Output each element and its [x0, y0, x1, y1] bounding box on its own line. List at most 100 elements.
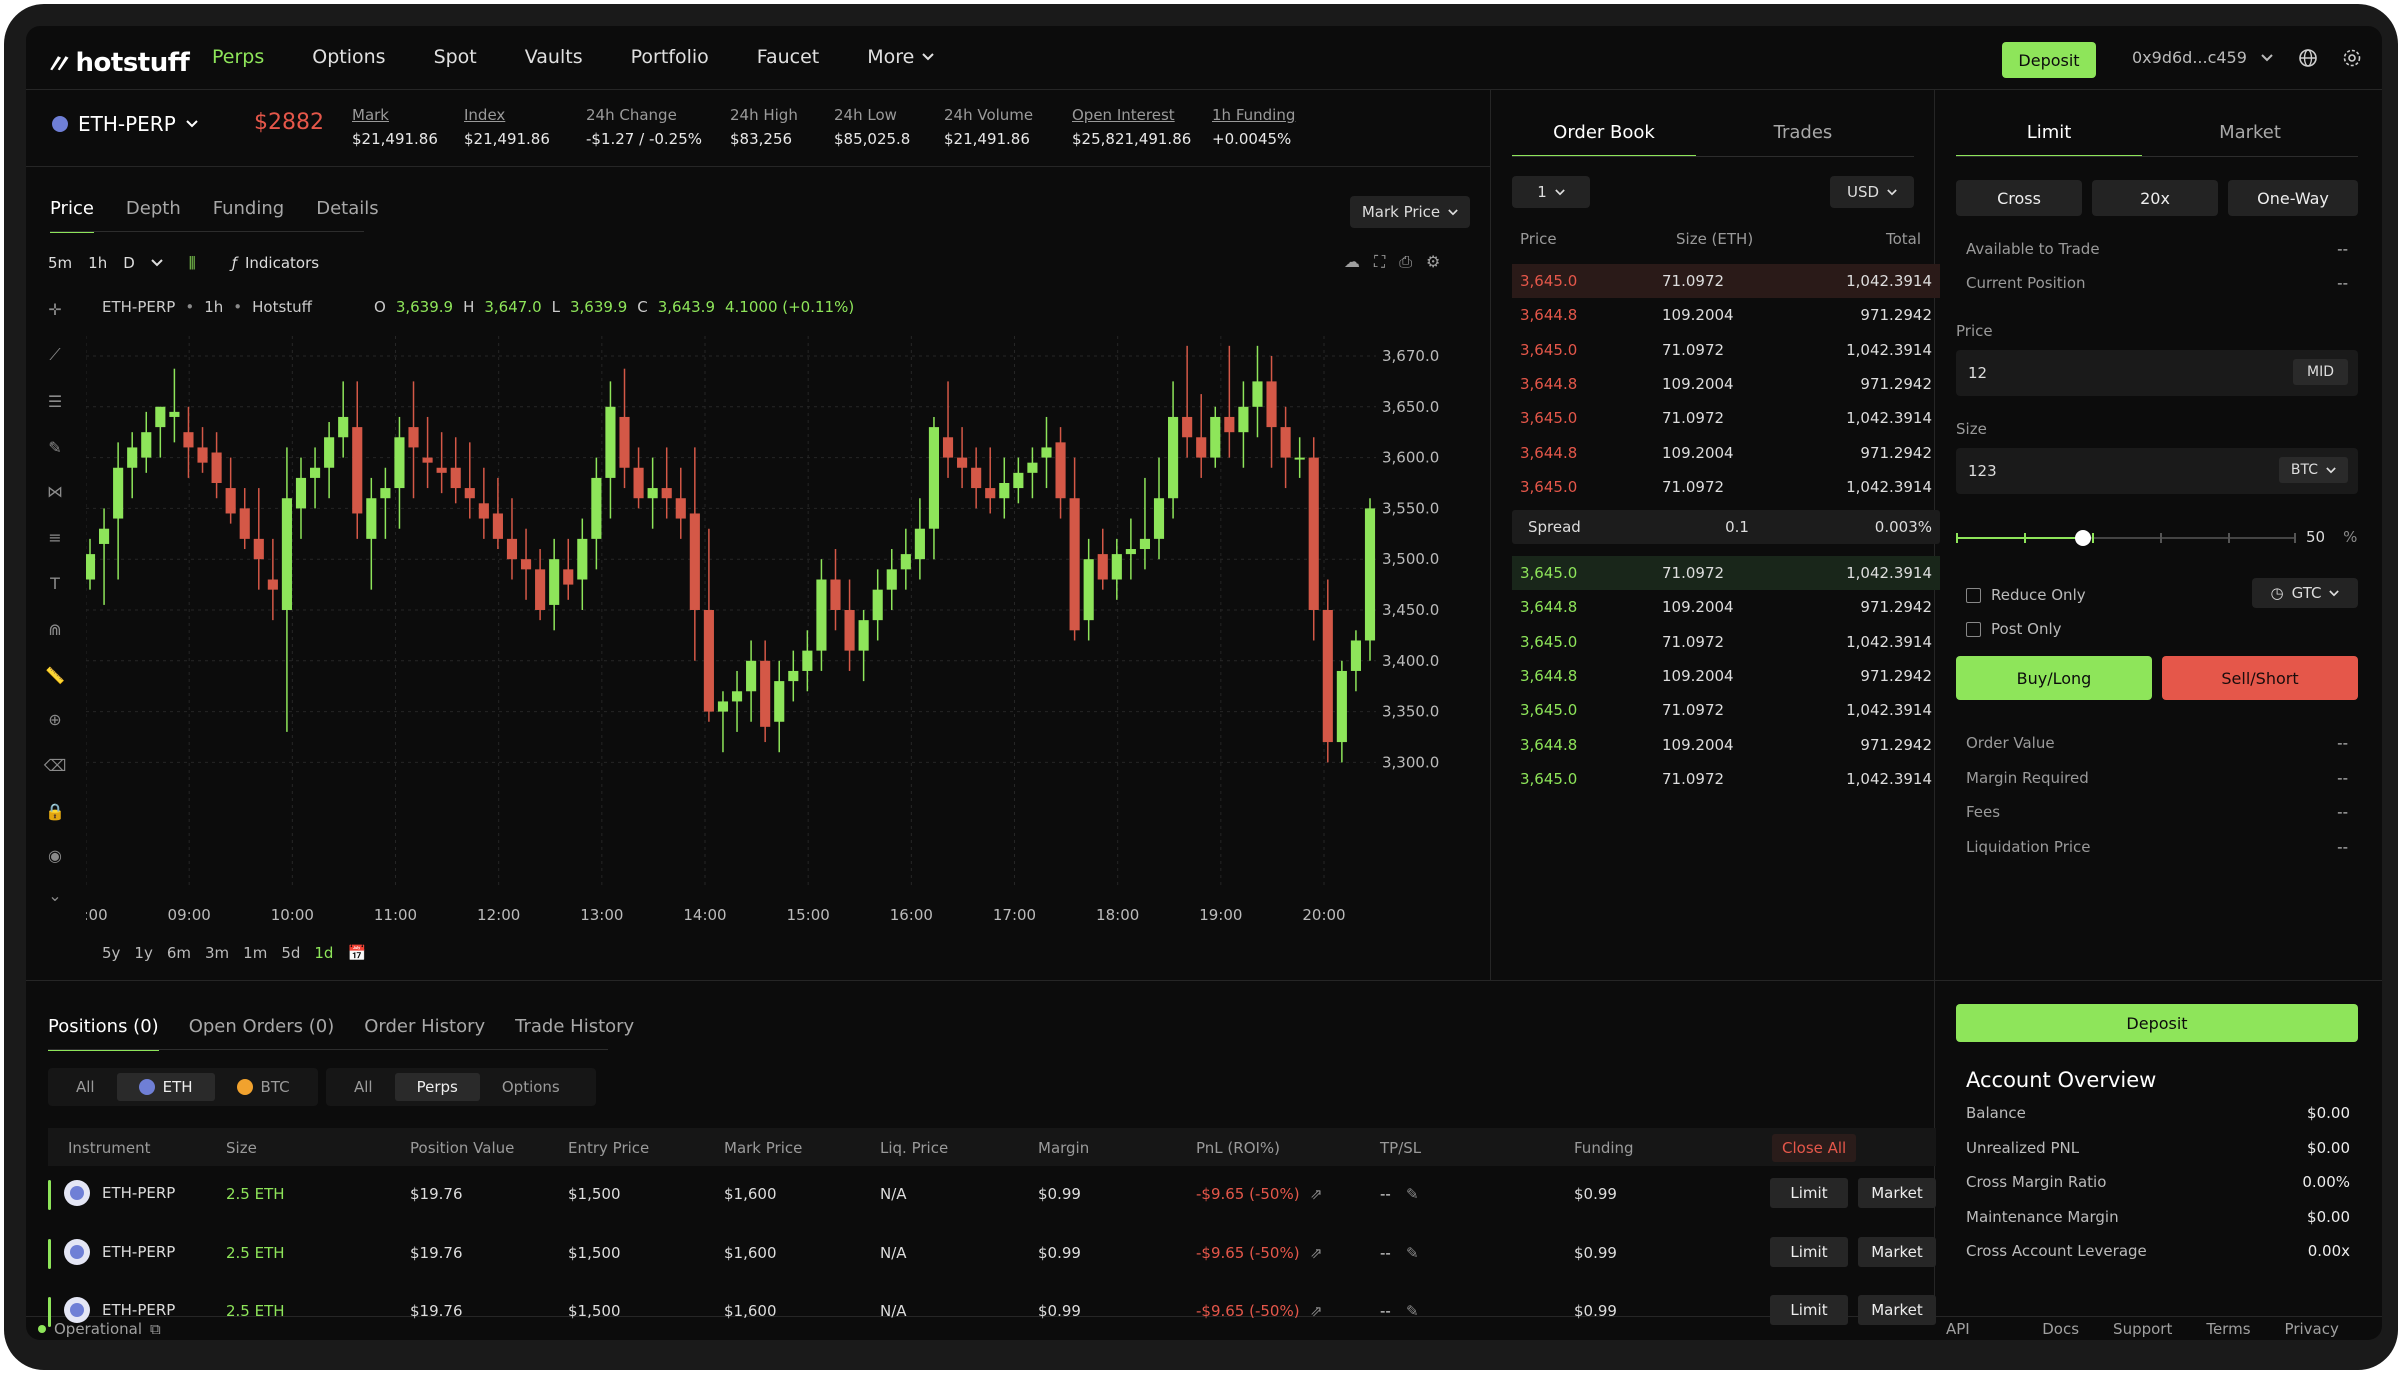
candle-type-icon[interactable]: ⫼ [189, 254, 196, 272]
zoom-icon[interactable]: ⊕ [42, 706, 68, 732]
ask-row[interactable]: 3,644.8 109.2004 971.2942 [1512, 298, 1940, 332]
price-input[interactable]: 12 MID [1956, 350, 2358, 396]
nav-vaults[interactable]: Vaults [525, 46, 583, 68]
range-3m[interactable]: 3m [205, 944, 229, 962]
ask-row[interactable]: 3,644.8 109.2004 971.2942 [1512, 436, 1940, 470]
currency-dropdown[interactable]: USD [1830, 176, 1914, 208]
size-input[interactable]: 123 BTC [1956, 448, 2358, 494]
chevron-down-icon[interactable]: ⌄ [42, 882, 68, 908]
share-icon[interactable]: ⇗ [1310, 1185, 1323, 1203]
calendar-icon[interactable]: 📅 [347, 944, 366, 962]
close-market-button[interactable]: Market [1858, 1236, 1936, 1267]
tab-trades[interactable]: Trades [1696, 122, 1910, 157]
ask-row[interactable]: 3,644.8 109.2004 971.2942 [1512, 367, 1940, 401]
edit-icon[interactable]: ✎ [1406, 1244, 1419, 1262]
nav-more[interactable]: More [867, 46, 935, 68]
tab-limit[interactable]: Limit [1956, 122, 2142, 157]
deposit-button[interactable]: Deposit [2002, 42, 2096, 78]
account-deposit-button[interactable]: Deposit [1956, 1004, 2358, 1042]
tab-positions[interactable]: Positions (0) [48, 1016, 159, 1051]
filter-all-assets[interactable]: All [54, 1073, 117, 1101]
settings-icon[interactable]: ⚙ [1426, 252, 1440, 272]
tab-depth[interactable]: Depth [126, 198, 181, 233]
filter-all-types[interactable]: All [332, 1073, 395, 1101]
bid-row[interactable]: 3,644.8 109.2004 971.2942 [1512, 590, 1940, 624]
ruler-icon[interactable]: 📏 [42, 662, 68, 688]
size-unit-dropdown[interactable]: BTC [2278, 457, 2348, 483]
filter-eth[interactable]: ETH [116, 1073, 215, 1101]
interval-1h[interactable]: 1h [88, 254, 107, 272]
range-1y[interactable]: 1y [134, 944, 152, 962]
table-row[interactable]: ETH-PERP 2.5 ETH $19.76 $1,500 $1,600 N/A $0.9… [48, 1166, 1936, 1224]
nav-portfolio[interactable]: Portfolio [631, 46, 709, 68]
reduce-only-checkbox[interactable]: Reduce Only [1966, 586, 2086, 604]
market-selector[interactable]: ETH-PERP [52, 112, 198, 136]
post-only-checkbox[interactable]: Post Only [1966, 620, 2062, 638]
bid-row[interactable]: 3,645.0 71.0972 1,042.3914 [1512, 693, 1940, 727]
camera-icon[interactable]: ⎙ [1399, 252, 1412, 272]
mid-button[interactable]: MID [2293, 359, 2348, 385]
tick-size-dropdown[interactable]: 1 [1512, 176, 1590, 208]
magnet-icon[interactable]: ⋒ [42, 616, 68, 642]
tab-trade-history[interactable]: Trade History [515, 1016, 634, 1051]
logo[interactable]: 〃 hotstuff [44, 44, 190, 81]
crosshair-icon[interactable]: ✛ [42, 296, 68, 322]
pattern-icon[interactable]: ⋈ [42, 478, 68, 504]
tab-order-book[interactable]: Order Book [1512, 122, 1696, 157]
margin-mode-button[interactable]: Cross [1956, 180, 2082, 216]
indicators-button[interactable]: ƒ Indicators [232, 254, 319, 272]
horizontal-lines-icon[interactable]: ☰ [42, 388, 68, 414]
close-limit-button[interactable]: Limit [1770, 1236, 1848, 1267]
tab-market[interactable]: Market [2142, 122, 2358, 157]
bid-row[interactable]: 3,645.0 71.0972 1,042.3914 [1512, 556, 1940, 590]
chevron-down-icon[interactable] [151, 259, 163, 267]
close-all-button[interactable]: Close All [1772, 1134, 1857, 1162]
nav-options[interactable]: Options [312, 46, 385, 68]
nav-perps[interactable]: Perps [212, 46, 264, 68]
leverage-button[interactable]: 20x [2092, 180, 2218, 216]
fullscreen-icon[interactable]: ⛶ [1374, 252, 1385, 272]
nav-faucet[interactable]: Faucet [757, 46, 819, 68]
slider-percent[interactable]: 50 % [2306, 528, 2357, 546]
text-icon[interactable]: T [42, 570, 68, 596]
footer-docs[interactable]: Docs [2042, 1320, 2079, 1340]
range-6m[interactable]: 6m [167, 944, 191, 962]
brush-icon[interactable]: ✎ [42, 434, 68, 460]
slider-thumb[interactable] [2075, 530, 2091, 546]
nav-spot[interactable]: Spot [434, 46, 477, 68]
trendline-icon[interactable]: ⟋ [42, 342, 68, 368]
footer-support[interactable]: Support [2113, 1320, 2172, 1340]
position-mode-button[interactable]: One-Way [2228, 180, 2358, 216]
footer-terms[interactable]: Terms [2206, 1320, 2250, 1340]
bid-row[interactable]: 3,645.0 71.0972 1,042.3914 [1512, 762, 1940, 796]
bid-row[interactable]: 3,644.8 109.2004 971.2942 [1512, 728, 1940, 762]
interval-5m[interactable]: 5m [48, 254, 72, 272]
tab-order-history[interactable]: Order History [364, 1016, 485, 1051]
cloud-download-icon[interactable]: ☁ [1344, 252, 1360, 272]
lock-icon[interactable]: 🔒 [42, 798, 68, 824]
ask-row[interactable]: 3,645.0 71.0972 1,042.3914 [1512, 401, 1940, 435]
ask-row[interactable]: 3,645.0 71.0972 1,042.3914 [1512, 470, 1940, 504]
footer-privacy-policy[interactable]: Privacy Policy [2285, 1320, 2382, 1340]
eye-icon[interactable]: ◉ [42, 842, 68, 868]
globe-icon[interactable] [2296, 46, 2320, 70]
interval-d[interactable]: D [123, 254, 135, 272]
buy-long-button[interactable]: Buy/Long [1956, 656, 2152, 700]
size-slider[interactable] [1956, 528, 2296, 548]
tab-open-orders[interactable]: Open Orders (0) [189, 1016, 335, 1051]
sell-short-button[interactable]: Sell/Short [2162, 656, 2358, 700]
share-icon[interactable]: ⇗ [1310, 1244, 1323, 1262]
footer-api-docs[interactable]: API Docs [1946, 1320, 2008, 1340]
filter-perps[interactable]: Perps [394, 1073, 480, 1101]
edit-icon[interactable]: ✎ [1406, 1185, 1419, 1203]
wallet-dropdown[interactable]: 0x9d6d...c459 [2132, 48, 2273, 67]
filter-options[interactable]: Options [480, 1073, 582, 1101]
mark-price-dropdown[interactable]: Mark Price [1350, 196, 1470, 228]
status-indicator[interactable]: Operational ⧉ [38, 1320, 161, 1338]
table-row[interactable]: ETH-PERP 2.5 ETH $19.76 $1,500 $1,600 N/A $0.9… [48, 1225, 1936, 1283]
fib-icon[interactable]: ≡ [42, 524, 68, 550]
range-1m[interactable]: 1m [243, 944, 267, 962]
ask-row[interactable]: 3,645.0 71.0972 1,042.3914 [1512, 264, 1940, 298]
filter-btc[interactable]: BTC [215, 1073, 312, 1101]
eraser-icon[interactable]: ⌫ [42, 752, 68, 778]
